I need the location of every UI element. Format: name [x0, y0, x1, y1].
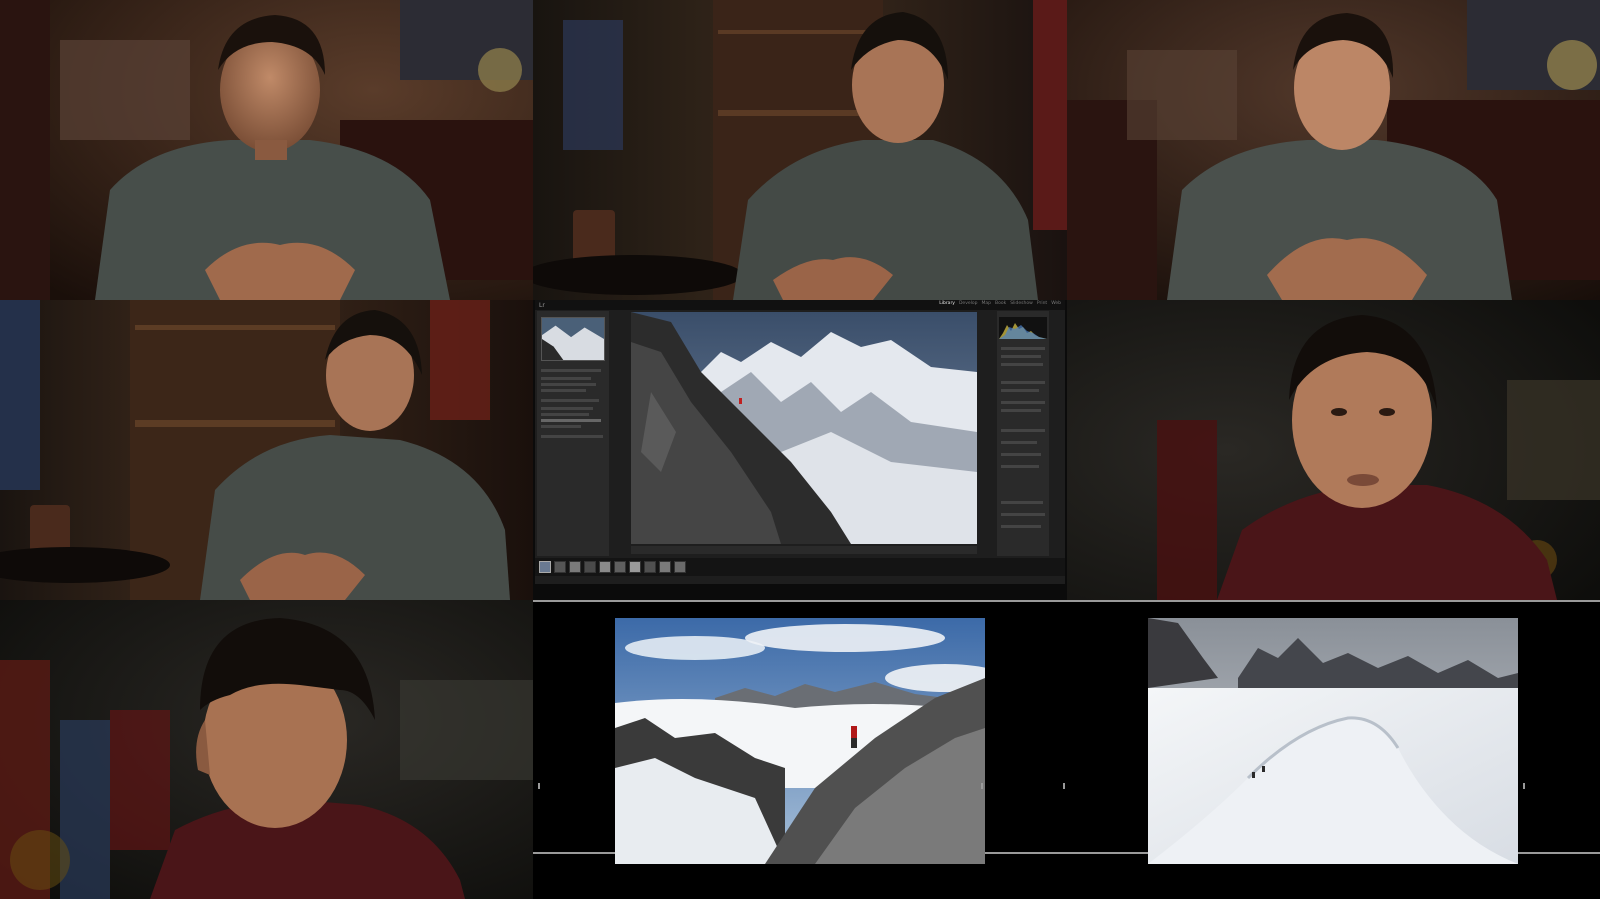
panel-row	[1001, 381, 1045, 384]
panel-row	[541, 383, 596, 386]
still-man-red-sweater-closeup	[1067, 300, 1600, 600]
module-picker: Library Develop Map Book Slideshow Print…	[939, 301, 1061, 306]
mountain-photos-still	[533, 600, 1600, 899]
module-develop[interactable]: Develop	[959, 301, 978, 306]
still-man-grey-sweater-4	[0, 300, 533, 600]
editor-logo: Lr	[539, 301, 545, 309]
frame-marker	[1063, 783, 1065, 789]
module-book[interactable]: Book	[995, 301, 1006, 306]
panel-row	[541, 413, 589, 416]
photo-editor-window: Lr Library Develop Map Book Slideshow Pr…	[535, 300, 1065, 584]
frame-marker	[1523, 783, 1525, 789]
still-man-grey-sweater-1	[0, 0, 533, 300]
still-man-grey-sweater-2	[533, 0, 1067, 300]
photo-editor-still: Lr Library Develop Map Book Slideshow Pr…	[533, 300, 1067, 600]
panel-row	[1001, 501, 1043, 504]
panel-row	[541, 369, 601, 372]
video-stills-collage: Lr Library Develop Map Book Slideshow Pr…	[0, 0, 1600, 899]
still-man-grey-sweater-3	[1067, 0, 1600, 300]
panel-row	[1001, 347, 1045, 350]
filmstrip	[535, 558, 1065, 576]
histogram	[999, 317, 1047, 339]
panel-row	[1001, 409, 1041, 412]
panel-row	[1001, 465, 1039, 468]
panel-row	[541, 435, 603, 438]
filmstrip-thumb[interactable]	[644, 561, 656, 573]
filmstrip-thumb[interactable]	[614, 561, 626, 573]
panel-row	[1001, 441, 1037, 444]
panel-row	[541, 425, 581, 428]
filmstrip-thumb[interactable]	[554, 561, 566, 573]
frame-divider	[533, 600, 1600, 602]
module-slideshow[interactable]: Slideshow	[1010, 301, 1033, 306]
main-photo-view	[631, 312, 977, 544]
panel-row	[541, 407, 593, 410]
filmstrip-thumb[interactable]	[674, 561, 686, 573]
filmstrip-thumb[interactable]	[539, 561, 551, 573]
frame-marker	[981, 783, 983, 789]
panel-row	[1001, 389, 1039, 392]
still-man-red-sweater-profile	[0, 600, 533, 899]
editor-toolbar	[631, 546, 977, 554]
module-library[interactable]: Library	[939, 301, 955, 306]
panel-row	[1001, 355, 1041, 358]
editor-top-bar: Lr Library Develop Map Book Slideshow Pr…	[535, 300, 1065, 310]
panel-row	[1001, 453, 1041, 456]
filmstrip-thumb[interactable]	[599, 561, 611, 573]
module-web[interactable]: Web	[1051, 301, 1061, 306]
filmstrip-thumb[interactable]	[629, 561, 641, 573]
panel-row	[541, 399, 599, 402]
panel-row	[1001, 401, 1045, 404]
panel-row	[541, 389, 586, 392]
panel-row	[1001, 513, 1045, 516]
filmstrip-thumb[interactable]	[569, 561, 581, 573]
module-map[interactable]: Map	[982, 301, 992, 306]
panel-row	[1001, 525, 1041, 528]
photo-climber-above-clouds	[615, 618, 985, 864]
photo-glacier-climbers	[1148, 618, 1518, 864]
editor-right-panel	[997, 311, 1049, 556]
panel-row	[1001, 363, 1043, 366]
panel-row	[1001, 429, 1045, 432]
panel-row-selected	[541, 419, 601, 422]
filmstrip-thumb[interactable]	[584, 561, 596, 573]
editor-left-panel	[537, 311, 609, 556]
frame-marker	[538, 783, 540, 789]
module-print[interactable]: Print	[1037, 301, 1047, 306]
filmstrip-thumb[interactable]	[659, 561, 671, 573]
panel-row	[541, 377, 591, 380]
navigator-thumbnail	[541, 317, 605, 361]
